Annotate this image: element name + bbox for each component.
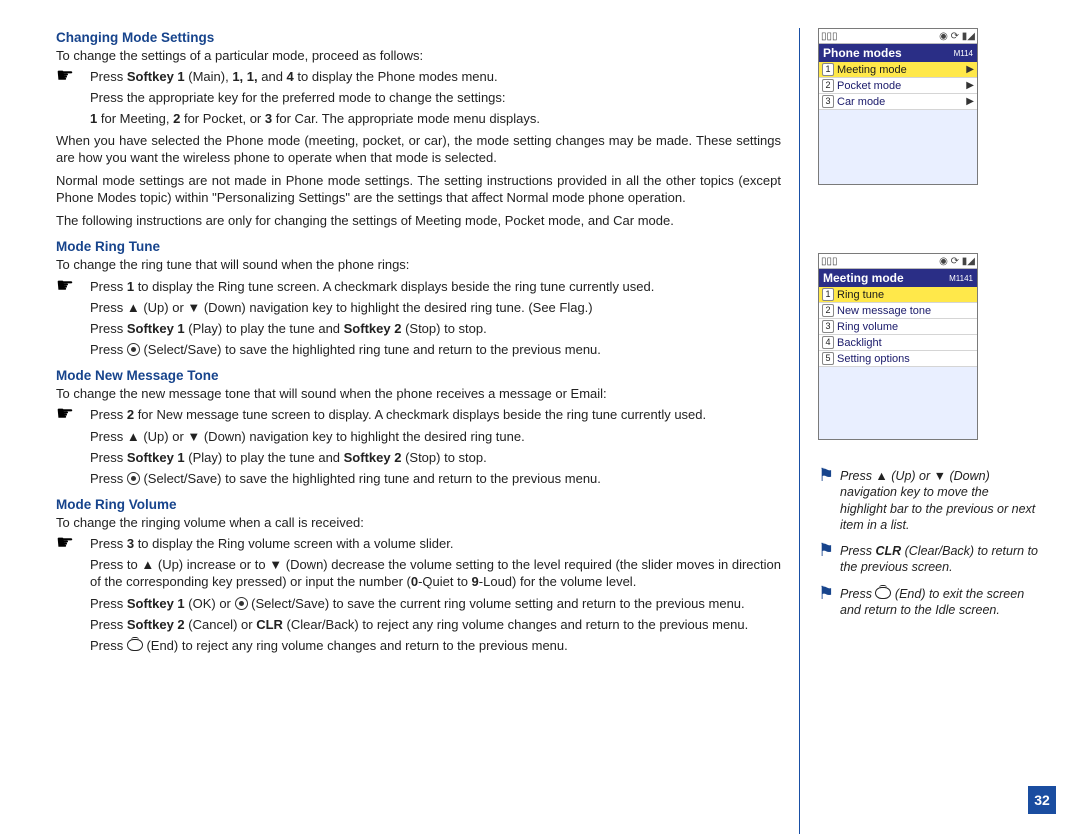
pointer-icon: ☛ — [56, 406, 90, 422]
meeting-mode-screenshot: ▯▯▯ ◉ ⟳ ▮◢ Meeting mode M1141 1Ring tune… — [818, 253, 978, 440]
menu-item-number: 1 — [822, 63, 834, 76]
menu-item-number: 2 — [822, 79, 834, 92]
tip-item: ⚑ Press CLR (Clear/Back) to return to th… — [818, 543, 1038, 576]
sub-line: Press the appropriate key for the prefer… — [90, 89, 781, 106]
phone-menu-list: 1Meeting mode▶2Pocket mode▶3Car mode▶ — [819, 62, 977, 184]
bullet-text: Press 1 to display the Ring tune screen.… — [90, 278, 781, 295]
bullet-item: ☛ Press 1 to display the Ring tune scree… — [56, 278, 781, 295]
chevron-right-icon: ▶ — [966, 96, 974, 107]
sub-line: Press Softkey 2 (Cancel) or CLR (Clear/B… — [90, 616, 781, 633]
status-left-icons: ▯▯▯ — [821, 256, 838, 267]
phone-title-text: Phone modes — [823, 46, 902, 60]
main-column: Changing Mode Settings To change the set… — [0, 28, 800, 834]
page: Changing Mode Settings To change the set… — [0, 0, 1080, 834]
tip-text: Press (End) to exit the screen and retur… — [840, 586, 1038, 619]
flag-icon: ⚑ — [818, 586, 840, 601]
intro-text: To change the new message tone that will… — [56, 385, 781, 402]
menu-item-label: Ring volume — [837, 321, 974, 333]
sub-line: Press (End) to reject any ring volume ch… — [90, 637, 781, 654]
menu-item-label: Backlight — [837, 337, 974, 349]
bullet-item: ☛ Press 2 for New message tune screen to… — [56, 406, 781, 423]
intro-text: To change the settings of a particular m… — [56, 47, 781, 64]
pointer-icon: ☛ — [56, 68, 90, 84]
paragraph: The following instructions are only for … — [56, 212, 781, 229]
phone-menu-item: 2New message tone — [819, 303, 977, 319]
phone-status-bar: ▯▯▯ ◉ ⟳ ▮◢ — [819, 29, 977, 44]
phone-title-code: M114 — [954, 49, 973, 58]
menu-item-number: 4 — [822, 336, 834, 349]
menu-item-label: Pocket mode — [837, 80, 966, 92]
phone-menu-list: 1Ring tune2New message tone3Ring volume4… — [819, 287, 977, 439]
phone-menu-item: 2Pocket mode▶ — [819, 78, 977, 94]
menu-item-label: Ring tune — [837, 289, 974, 301]
heading-mode-ring-volume: Mode Ring Volume — [56, 497, 781, 512]
sub-line: 1 for Meeting, 2 for Pocket, or 3 for Ca… — [90, 110, 781, 127]
menu-item-label: New message tone — [837, 305, 974, 317]
sub-line: Press Softkey 1 (OK) or (Select/Save) to… — [90, 595, 781, 612]
status-right-icons: ◉ ⟳ ▮◢ — [939, 31, 975, 42]
menu-item-number: 1 — [822, 288, 834, 301]
tip-item: ⚑ Press (End) to exit the screen and ret… — [818, 586, 1038, 619]
phone-menu-item: 3Ring volume — [819, 319, 977, 335]
status-right-icons: ◉ ⟳ ▮◢ — [939, 256, 975, 267]
flag-icon: ⚑ — [818, 468, 840, 483]
sub-line: Press to ▲ (Up) increase or to ▼ (Down) … — [90, 556, 781, 590]
bullet-text: Press 2 for New message tune screen to d… — [90, 406, 781, 423]
phone-menu-item: 1Ring tune — [819, 287, 977, 303]
bullet-item: ☛ Press Softkey 1 (Main), 1, 1, and 4 to… — [56, 68, 781, 85]
status-left-icons: ▯▯▯ — [821, 31, 838, 42]
menu-item-number: 5 — [822, 352, 834, 365]
phone-status-bar: ▯▯▯ ◉ ⟳ ▮◢ — [819, 254, 977, 269]
phone-menu-item: 1Meeting mode▶ — [819, 62, 977, 78]
chevron-right-icon: ▶ — [966, 80, 974, 91]
phone-title-bar: Meeting mode M1141 — [819, 269, 977, 287]
flag-icon: ⚑ — [818, 543, 840, 558]
sub-line: Press (Select/Save) to save the highligh… — [90, 470, 781, 487]
phone-menu-item: 5Setting options — [819, 351, 977, 367]
bullet-text: Press 3 to display the Ring volume scree… — [90, 535, 781, 552]
pointer-icon: ☛ — [56, 278, 90, 294]
phone-modes-screenshot: ▯▯▯ ◉ ⟳ ▮◢ Phone modes M114 1Meeting mod… — [818, 28, 978, 185]
sub-line: Press Softkey 1 (Play) to play the tune … — [90, 320, 781, 337]
phone-title-text: Meeting mode — [823, 271, 904, 285]
bullet-text: Press Softkey 1 (Main), 1, 1, and 4 to d… — [90, 68, 781, 85]
intro-text: To change the ring tune that will sound … — [56, 256, 781, 273]
tip-item: ⚑ Press ▲ (Up) or ▼ (Down) navigation ke… — [818, 468, 1038, 533]
phone-title-bar: Phone modes M114 — [819, 44, 977, 62]
heading-changing-mode-settings: Changing Mode Settings — [56, 30, 781, 45]
heading-mode-ring-tune: Mode Ring Tune — [56, 239, 781, 254]
side-column: ▯▯▯ ◉ ⟳ ▮◢ Phone modes M114 1Meeting mod… — [800, 28, 1050, 834]
tips-block: ⚑ Press ▲ (Up) or ▼ (Down) navigation ke… — [818, 468, 1038, 628]
phone-title-code: M1141 — [949, 274, 973, 283]
intro-text: To change the ringing volume when a call… — [56, 514, 781, 531]
menu-item-label: Setting options — [837, 353, 974, 365]
tip-text: Press ▲ (Up) or ▼ (Down) navigation key … — [840, 468, 1038, 533]
sub-line: Press ▲ (Up) or ▼ (Down) navigation key … — [90, 299, 781, 316]
pointer-icon: ☛ — [56, 535, 90, 551]
menu-item-number: 3 — [822, 320, 834, 333]
chevron-right-icon: ▶ — [966, 64, 974, 75]
menu-item-number: 2 — [822, 304, 834, 317]
paragraph: Normal mode settings are not made in Pho… — [56, 172, 781, 206]
menu-item-label: Meeting mode — [837, 64, 966, 76]
sub-line: Press Softkey 1 (Play) to play the tune … — [90, 449, 781, 466]
sub-line: Press (Select/Save) to save the highligh… — [90, 341, 781, 358]
paragraph: When you have selected the Phone mode (m… — [56, 132, 781, 166]
menu-item-number: 3 — [822, 95, 834, 108]
menu-item-label: Car mode — [837, 96, 966, 108]
heading-mode-new-message-tone: Mode New Message Tone — [56, 368, 781, 383]
bullet-item: ☛ Press 3 to display the Ring volume scr… — [56, 535, 781, 552]
sub-line: Press ▲ (Up) or ▼ (Down) navigation key … — [90, 428, 781, 445]
page-number-badge: 32 — [1028, 786, 1056, 814]
phone-menu-item: 3Car mode▶ — [819, 94, 977, 110]
tip-text: Press CLR (Clear/Back) to return to the … — [840, 543, 1038, 576]
phone-menu-item: 4Backlight — [819, 335, 977, 351]
